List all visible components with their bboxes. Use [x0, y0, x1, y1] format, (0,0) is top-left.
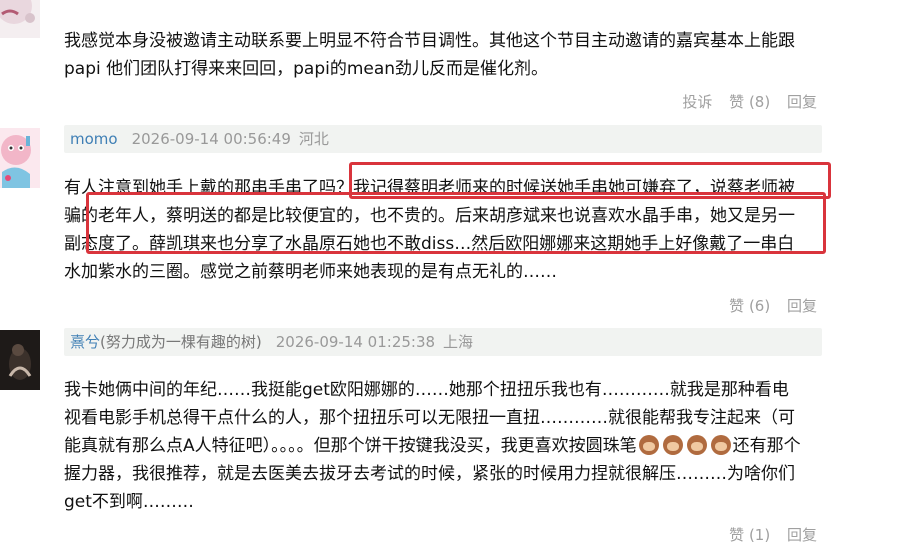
see-no-evil-monkey-icon: [686, 435, 707, 455]
comment-line: papi 他们团队打得来来回回，papi的mean劲儿反而是催化剂。: [64, 59, 549, 79]
username-link[interactable]: momo: [70, 130, 118, 148]
comment-line-part: 还有那个: [732, 436, 801, 456]
username-link[interactable]: 熹兮: [70, 333, 100, 351]
comment-line: get不到啊………: [64, 492, 194, 512]
comment-line: 水加紫水的三圈。感觉之前蔡明老师来她表现的是有点无礼的……: [64, 262, 557, 282]
see-no-evil-monkey-icon: [710, 435, 731, 455]
avatar[interactable]: [0, 330, 40, 390]
reply-button[interactable]: 回复: [787, 93, 817, 111]
comment-location: 河北: [298, 130, 329, 148]
comment-meta: momo 2026-09-14 00:56:49 河北: [64, 125, 822, 153]
comment-line: 视看电影手机总得干点什么的人，那个扭扭乐可以无限扭一直扭…………就很能帮我专注起…: [64, 408, 795, 428]
comment-timestamp: 2026-09-14 00:56:49: [131, 130, 291, 148]
user-signature: (努力成为一棵有趣的树): [100, 333, 262, 351]
comment-line: 我卡她俩中间的年纪……我挺能get欧阳娜娜的……她那个扭扭乐我也有…………就我是…: [64, 380, 789, 400]
avatar[interactable]: [0, 128, 40, 188]
reply-button[interactable]: 回复: [787, 526, 817, 544]
comment-meta: 熹兮(努力成为一棵有趣的树) 2026-09-14 01:25:38 上海: [64, 328, 822, 356]
like-button[interactable]: 赞 (8): [729, 93, 770, 111]
comment-text: 有人注意到她手上戴的那串手串了吗？我记得蔡明老师来的时候送她手串她可嫌弃了，说蔡…: [64, 174, 824, 286]
comment-line-part: 能真就有那么点A人特征吧）。。。。但那个饼干按键我没买，我更喜欢按圆珠笔: [64, 436, 637, 456]
comment-line: 有人注意到她手上戴的那串手串了吗？我记得蔡明老师来的时候送她手串她可嫌弃了，说蔡…: [64, 178, 795, 198]
like-button[interactable]: 赞 (1): [729, 526, 770, 544]
comment-timestamp: 2026-09-14 01:25:38: [275, 333, 436, 351]
see-no-evil-monkey-icon: [638, 435, 659, 455]
comment-line: 握力器，我很推荐，就是去医美去拔牙去考试的时候，紧张的时候用力捏就很解压………为…: [64, 464, 795, 484]
comment-location: 上海: [443, 333, 474, 351]
comment-line: 副态度了。薛凯琪来也分享了水晶原石她也不敢diss…然后欧阳娜娜来这期她手上好像…: [64, 234, 795, 254]
like-button[interactable]: 赞 (6): [729, 297, 770, 315]
comment-line: 我感觉本身没被邀请主动联系要上明显不符合节目调性。其他这个节目主动邀请的嘉宾基本…: [64, 31, 795, 51]
comment-line: 能真就有那么点A人特征吧）。。。。但那个饼干按键我没买，我更喜欢按圆珠笔 还有那个: [64, 432, 824, 460]
reply-button[interactable]: 回复: [787, 297, 817, 315]
comment-line: 骗的老年人，蔡明送的都是比较便宜的，也不贵的。后来胡彦斌来也说喜欢水晶手串，她又…: [64, 206, 795, 226]
comment-actions: 赞 (6) 回复: [717, 295, 817, 317]
see-no-evil-monkey-icon: [662, 435, 683, 455]
report-button[interactable]: 投诉: [682, 93, 712, 111]
comment-text: 我卡她俩中间的年纪……我挺能get欧阳娜娜的……她那个扭扭乐我也有…………就我是…: [64, 376, 824, 516]
comment-actions: 投诉 赞 (8) 回复: [670, 91, 817, 113]
comment-text: 我感觉本身没被邀请主动联系要上明显不符合节目调性。其他这个节目主动邀请的嘉宾基本…: [64, 27, 824, 83]
avatar[interactable]: [0, 0, 40, 38]
comment-actions: 赞 (1) 回复: [717, 524, 817, 546]
